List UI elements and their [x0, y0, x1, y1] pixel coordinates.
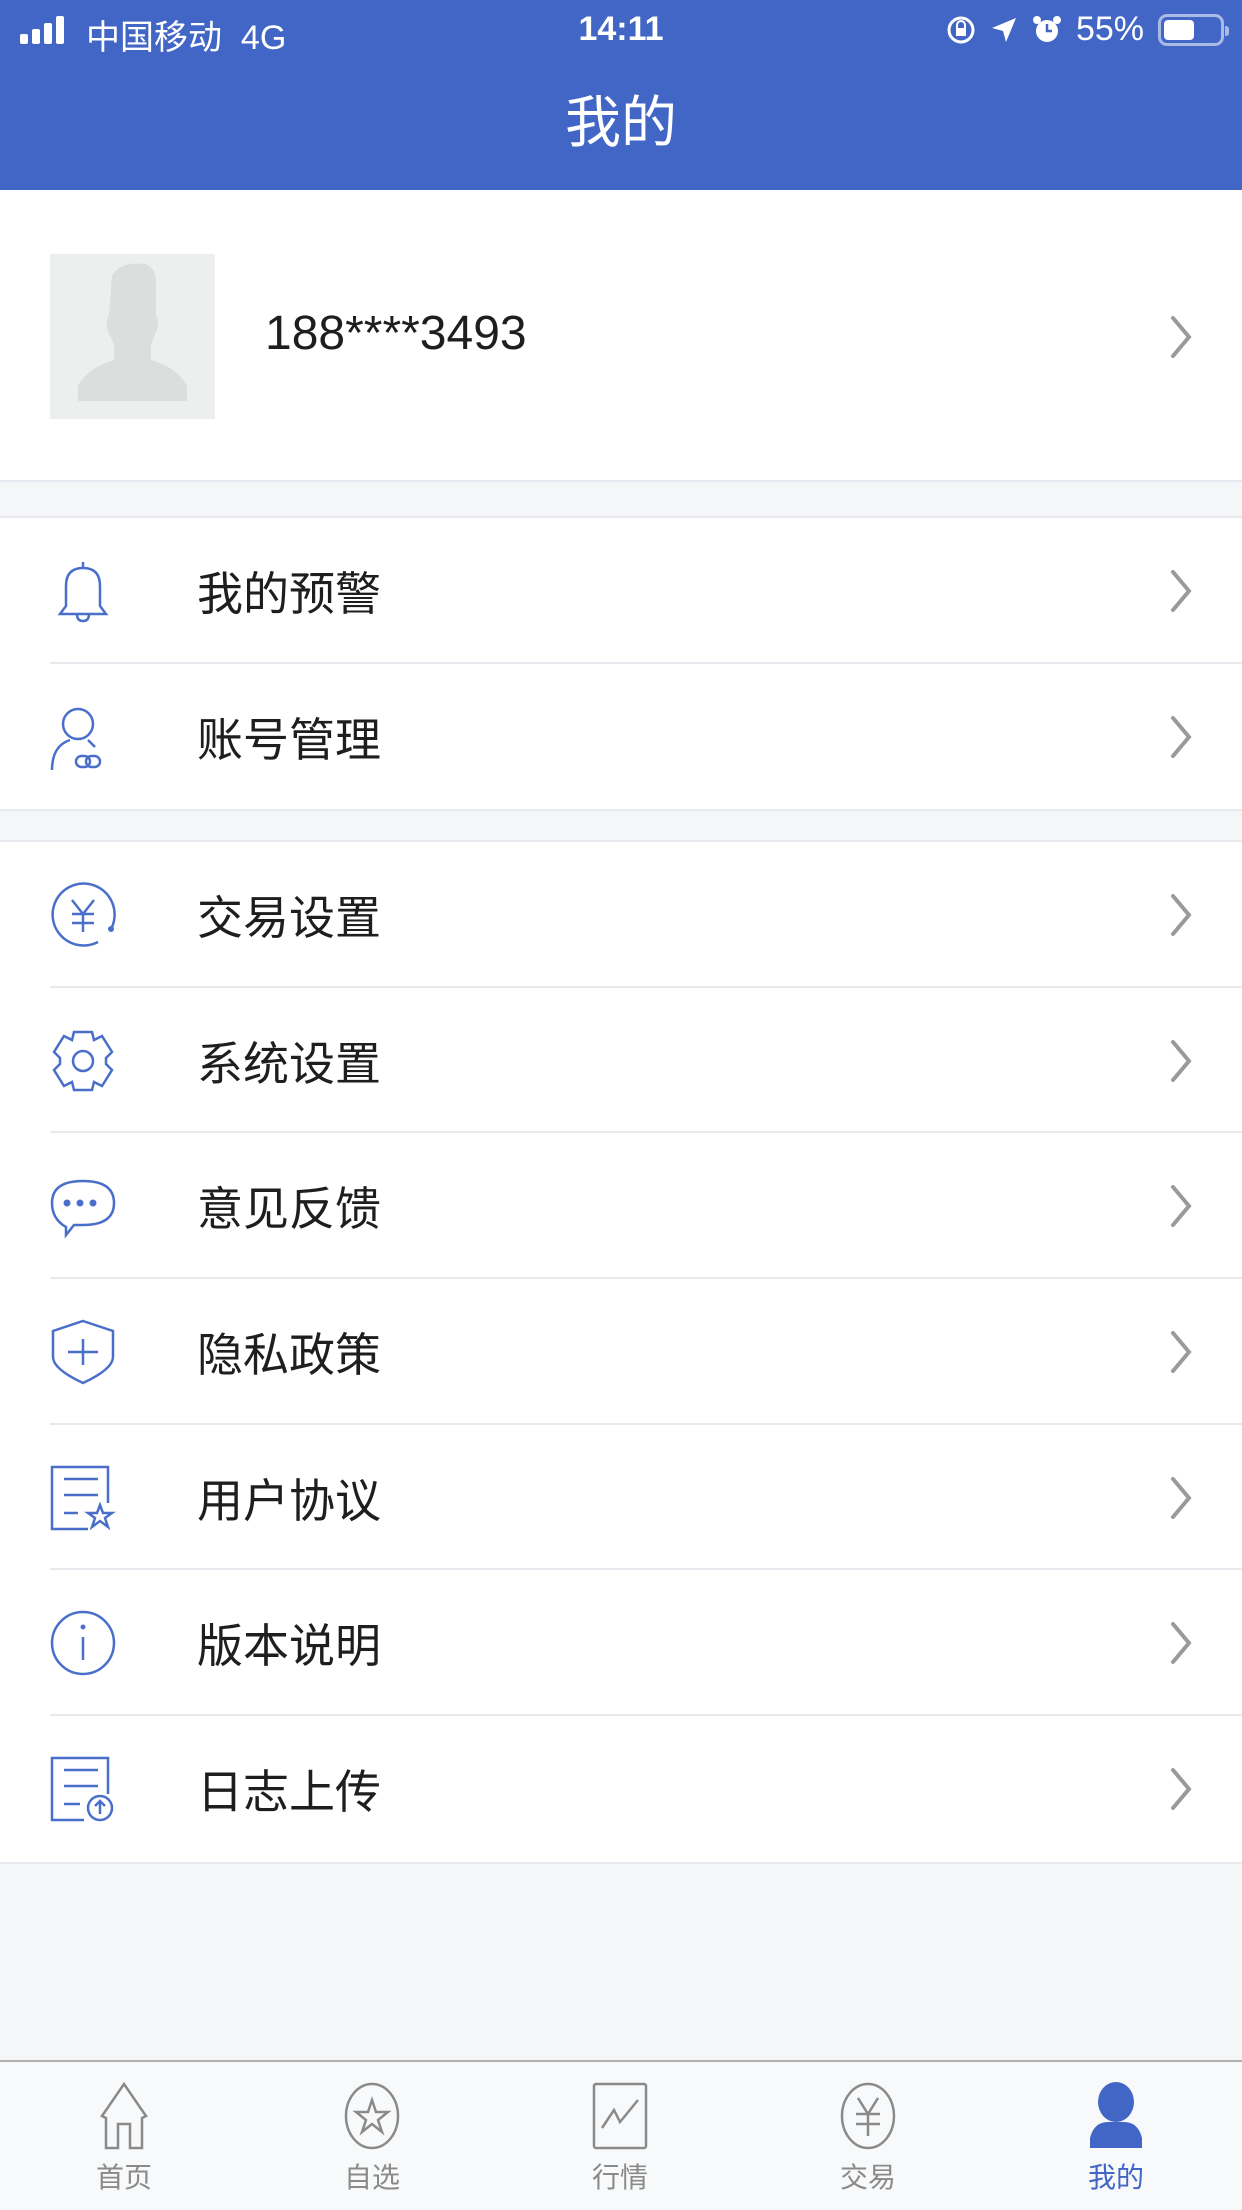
user-link-icon — [50, 707, 102, 770]
gear-icon — [52, 1030, 114, 1091]
chevron-right-icon — [1171, 1476, 1192, 1519]
chevron-right-icon — [1171, 894, 1192, 936]
menu-item-label: 意见反馈 — [197, 1182, 381, 1237]
menu-item-label: 日志上传 — [197, 1764, 381, 1819]
default-avatar-icon — [50, 254, 215, 419]
menu-item-label: 交易设置 — [197, 890, 381, 945]
star-circle-icon — [344, 2082, 400, 2150]
chevron-right-icon — [1171, 715, 1192, 758]
status-bar: 中国移动 4G 14:11 55% — [0, 0, 1242, 60]
menu-item-log-upload[interactable]: 日志上传 — [0, 1716, 1242, 1862]
document-star-icon — [50, 1465, 116, 1530]
tab-label: 交易 — [839, 2161, 896, 2194]
person-icon — [1090, 2082, 1142, 2148]
chevron-right-icon — [1171, 570, 1192, 612]
menu-section-1: 我的预警 账号管理 — [0, 516, 1242, 812]
tab-label: 首页 — [95, 2161, 152, 2194]
page-title: 我的 — [565, 91, 677, 156]
chat-bubble-icon — [50, 1179, 116, 1239]
tab-market[interactable]: 行情 — [496, 2062, 744, 2210]
battery-icon — [1158, 13, 1229, 46]
menu-item-system-settings[interactable]: 系统设置 — [0, 988, 1242, 1134]
battery-percent: 55% — [1075, 10, 1144, 48]
menu-item-label: 账号管理 — [197, 712, 381, 767]
menu-item-label: 我的预警 — [197, 566, 381, 621]
chevron-right-icon — [1171, 1331, 1192, 1374]
tab-home[interactable]: 首页 — [0, 2062, 248, 2210]
chevron-right-icon — [1171, 1185, 1192, 1228]
tab-label: 自选 — [343, 2161, 400, 2194]
menu-item-label: 隐私政策 — [197, 1327, 381, 1382]
menu-section-2: 交易设置 系统设置 意见反馈 隐私政策 用户协议 版本说明 日志上传 — [0, 840, 1242, 1864]
menu-item-trade-settings[interactable]: 交易设置 — [0, 842, 1242, 988]
chevron-right-icon — [1171, 1768, 1192, 1811]
tab-label: 我的 — [1087, 2161, 1144, 2194]
chevron-right-icon — [1171, 1039, 1192, 1082]
home-icon — [100, 2082, 148, 2150]
info-icon — [50, 1611, 116, 1676]
tab-label: 行情 — [591, 2161, 648, 2194]
yuan-icon — [840, 2082, 896, 2150]
tab-bar: 首页 自选 行情 交易 我的 — [0, 2060, 1242, 2208]
menu-item-account[interactable]: 账号管理 — [0, 664, 1242, 810]
chevron-right-icon — [1171, 316, 1192, 358]
menu-item-alerts[interactable]: 我的预警 — [0, 518, 1242, 664]
bell-icon — [57, 561, 109, 623]
phone-number: 188****3493 — [265, 307, 527, 360]
location-icon — [991, 17, 1016, 42]
tab-watchlist[interactable]: 自选 — [248, 2062, 496, 2210]
menu-item-feedback[interactable]: 意见反馈 — [0, 1133, 1242, 1279]
orientation-lock-icon — [947, 16, 975, 43]
menu-item-user-agreement[interactable]: 用户协议 — [0, 1425, 1242, 1571]
chart-icon — [592, 2082, 648, 2150]
menu-item-label: 系统设置 — [197, 1036, 381, 1091]
menu-item-privacy[interactable]: 隐私政策 — [0, 1279, 1242, 1425]
shield-plus-icon — [51, 1319, 115, 1385]
header: 中国移动 4G 14:11 55% 我的 — [0, 0, 1242, 190]
menu-item-label: 用户协议 — [197, 1473, 381, 1528]
menu-item-label: 版本说明 — [197, 1619, 381, 1674]
tab-trade[interactable]: 交易 — [744, 2062, 992, 2210]
alarm-icon — [1032, 15, 1061, 42]
profile-row[interactable]: 188****3493 — [0, 190, 1242, 482]
yuan-circle-icon — [51, 882, 116, 947]
tab-mine[interactable]: 我的 — [992, 2062, 1240, 2210]
chevron-right-icon — [1171, 1622, 1192, 1665]
menu-item-version-notes[interactable]: 版本说明 — [0, 1570, 1242, 1716]
document-upload-icon — [50, 1756, 114, 1822]
